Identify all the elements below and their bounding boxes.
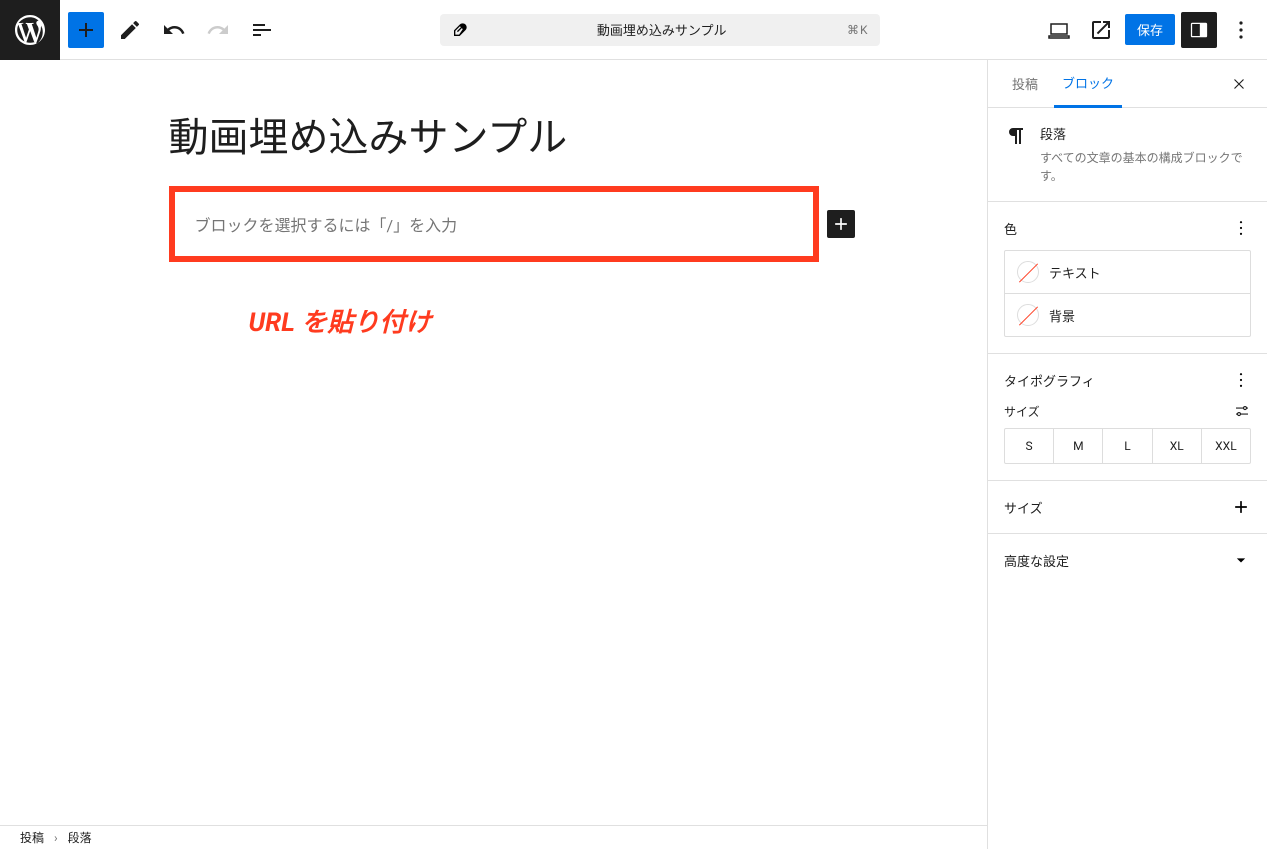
background-color-swatch (1017, 304, 1039, 326)
block-name: 段落 (1040, 124, 1251, 143)
size-settings-icon[interactable] (1233, 402, 1251, 420)
font-size-group: S M L XL XXL (1004, 428, 1251, 464)
breadcrumb: 投稿 › 段落 (0, 825, 987, 849)
settings-sidebar: 投稿 ブロック 段落 すべての文章の基本の構成ブロックです。 (987, 60, 1267, 849)
text-color-row[interactable]: テキスト (1005, 251, 1250, 293)
size-s[interactable]: S (1005, 429, 1053, 463)
size-xxl[interactable]: XXL (1201, 429, 1250, 463)
tab-post[interactable]: 投稿 (1004, 60, 1046, 108)
inline-add-block-button[interactable] (827, 210, 855, 238)
breadcrumb-root[interactable]: 投稿 (20, 829, 44, 846)
options-menu-button[interactable] (1223, 12, 1259, 48)
top-toolbar: 動画埋め込みサンプル ⌘K 保存 (0, 0, 1267, 60)
feather-icon (452, 22, 468, 38)
preview-external-button[interactable] (1083, 12, 1119, 48)
add-block-button[interactable] (68, 12, 104, 48)
text-color-label: テキスト (1049, 263, 1101, 282)
tab-block[interactable]: ブロック (1054, 60, 1122, 108)
size-xl[interactable]: XL (1152, 429, 1201, 463)
annotation-text: URL を貼り付け (169, 302, 819, 339)
breadcrumb-separator: › (54, 831, 58, 845)
block-placeholder: ブロックを選択するには「/」を入力 (195, 212, 793, 236)
redo-button[interactable] (200, 12, 236, 48)
typography-options-button[interactable] (1231, 370, 1251, 390)
chevron-down-icon (1231, 550, 1251, 570)
post-title[interactable]: 動画埋め込みサンプル (169, 110, 819, 182)
size-m[interactable]: M (1053, 429, 1102, 463)
edit-tools-button[interactable] (112, 12, 148, 48)
sidebar-toggle-button[interactable] (1181, 12, 1217, 48)
size-section-title: サイズ (1004, 498, 1043, 517)
paragraph-block-highlighted[interactable]: ブロックを選択するには「/」を入力 (169, 186, 819, 262)
plus-icon (1231, 497, 1251, 517)
document-title-bar[interactable]: 動画埋め込みサンプル ⌘K (440, 14, 880, 46)
size-section-row[interactable]: サイズ (1004, 497, 1251, 517)
color-section-title: 色 (1004, 219, 1017, 238)
size-label: サイズ (1004, 403, 1040, 420)
advanced-section-row[interactable]: 高度な設定 (1004, 550, 1251, 570)
view-button[interactable] (1041, 12, 1077, 48)
close-sidebar-button[interactable] (1227, 72, 1251, 96)
document-title: 動画埋め込みサンプル (476, 20, 846, 39)
color-options-button[interactable] (1231, 218, 1251, 238)
shortcut-hint: ⌘K (847, 23, 869, 37)
advanced-section-title: 高度な設定 (1004, 551, 1069, 570)
wordpress-logo[interactable] (0, 0, 60, 60)
typography-section-title: タイポグラフィ (1004, 371, 1095, 390)
size-l[interactable]: L (1102, 429, 1151, 463)
undo-button[interactable] (156, 12, 192, 48)
document-outline-button[interactable] (244, 12, 280, 48)
text-color-swatch (1017, 261, 1039, 283)
editor-canvas[interactable]: 動画埋め込みサンプル ブロックを選択するには「/」を入力 URL を貼り付け (0, 60, 987, 825)
save-button[interactable]: 保存 (1125, 14, 1175, 45)
background-color-row[interactable]: 背景 (1005, 293, 1250, 336)
block-description: すべての文章の基本の構成ブロックです。 (1040, 149, 1251, 185)
breadcrumb-current[interactable]: 段落 (68, 829, 92, 846)
background-color-label: 背景 (1049, 306, 1075, 325)
paragraph-icon (1004, 124, 1028, 185)
